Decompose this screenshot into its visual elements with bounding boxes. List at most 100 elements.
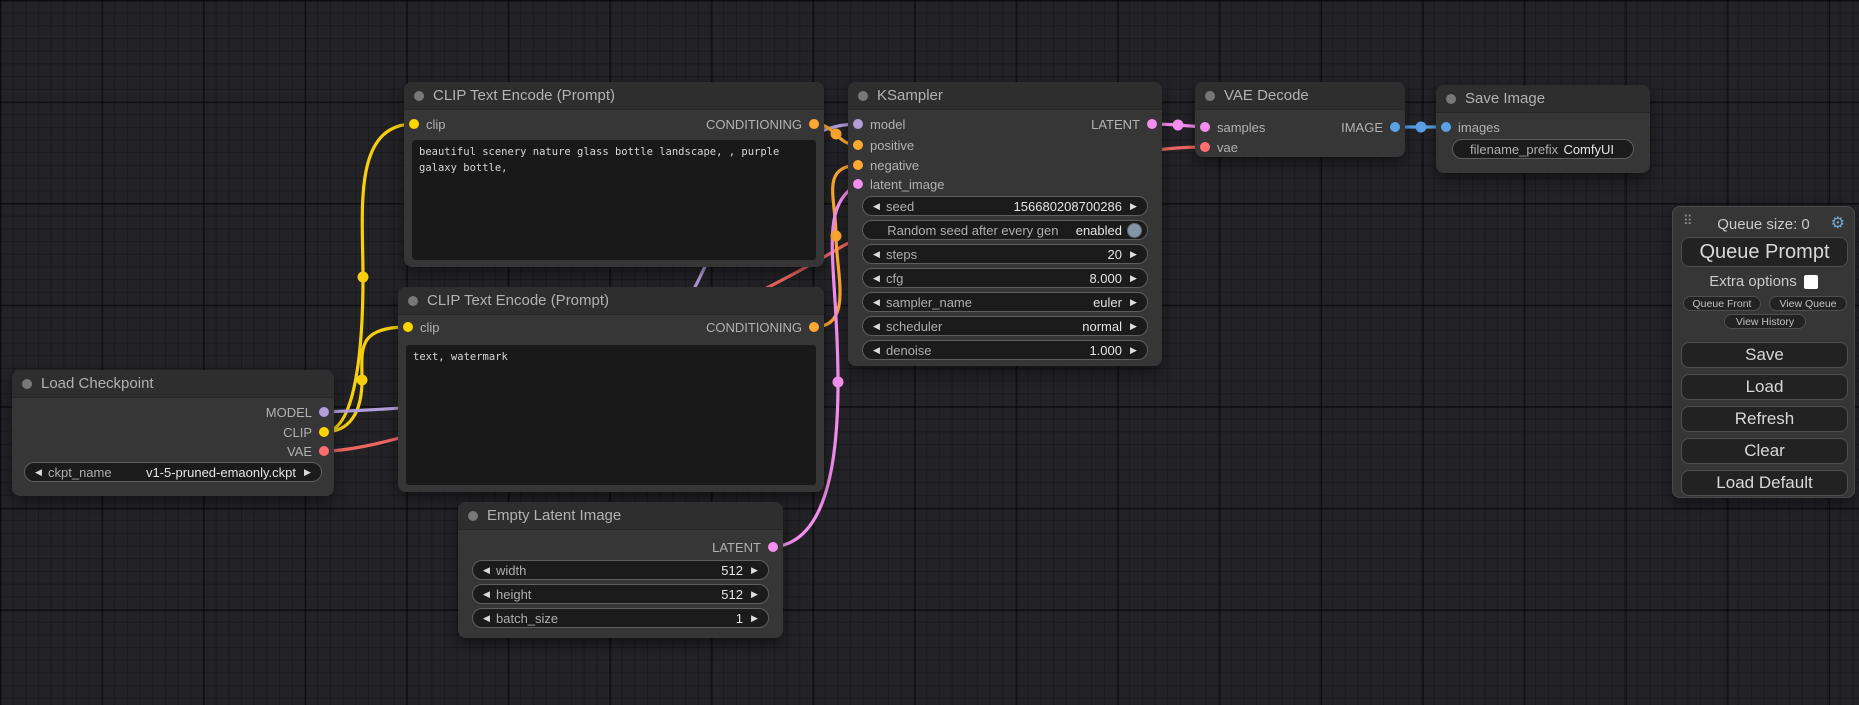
prompt-textarea[interactable]: text, watermark <box>406 345 816 485</box>
conditioning-slot-dot[interactable] <box>853 160 863 170</box>
widget-label: height <box>496 587 531 602</box>
latent-slot-dot[interactable] <box>768 542 778 552</box>
collapse-dot-icon[interactable] <box>1205 91 1215 101</box>
width-widget[interactable]: ◀ width 512 ▶ <box>472 560 769 580</box>
decrement-arrow-icon[interactable]: ◀ <box>480 613 493 624</box>
node-clip-text-encode-negative[interactable]: CLIP Text Encode (Prompt) clip CONDITION… <box>398 287 824 492</box>
input-slot-model: model <box>853 117 905 131</box>
node-clip-negative-header[interactable]: CLIP Text Encode (Prompt) <box>398 287 824 315</box>
sampler-name-widget[interactable]: ◀ sampler_name euler ▶ <box>862 292 1148 312</box>
output-slot-model: MODEL <box>266 405 329 419</box>
view-queue-button[interactable]: View Queue <box>1769 296 1847 311</box>
decrement-arrow-icon[interactable]: ◀ <box>480 565 493 576</box>
extra-options-row: Extra options <box>1673 273 1854 290</box>
increment-arrow-icon[interactable]: ▶ <box>748 613 761 624</box>
image-slot-dot[interactable] <box>1390 122 1400 132</box>
seed-widget[interactable]: ◀ seed 156680208700286 ▶ <box>862 196 1148 216</box>
image-slot-dot[interactable] <box>1441 122 1451 132</box>
refresh-button[interactable]: Refresh <box>1681 406 1848 432</box>
node-save-image-header[interactable]: Save Image <box>1436 85 1650 113</box>
ckpt-name-widget[interactable]: ◀ ckpt_name v1-5-pruned-emaonly.ckpt ▶ <box>24 462 322 482</box>
clear-button[interactable]: Clear <box>1681 438 1848 464</box>
increment-arrow-icon[interactable]: ▶ <box>748 589 761 600</box>
increment-arrow-icon[interactable]: ▶ <box>301 467 314 478</box>
denoise-widget[interactable]: ◀ denoise 1.000 ▶ <box>862 340 1148 360</box>
widget-value: v1-5-pruned-emaonly.ckpt <box>146 465 296 480</box>
height-widget[interactable]: ◀ height 512 ▶ <box>472 584 769 604</box>
clip-slot-dot[interactable] <box>319 427 329 437</box>
gear-icon[interactable]: ⚙ <box>1831 213 1845 233</box>
node-ksampler[interactable]: KSampler model positive negative latent_… <box>848 82 1162 366</box>
widget-value: 20 <box>1108 247 1122 262</box>
scheduler-widget[interactable]: ◀ scheduler normal ▶ <box>862 316 1148 336</box>
increment-arrow-icon[interactable]: ▶ <box>1127 201 1140 212</box>
node-vae-decode[interactable]: VAE Decode samples vae IMAGE <box>1195 82 1405 157</box>
slot-label: VAE <box>287 444 312 459</box>
decrement-arrow-icon[interactable]: ◀ <box>870 297 883 308</box>
load-button[interactable]: Load <box>1681 374 1848 400</box>
node-empty-latent-header[interactable]: Empty Latent Image <box>458 502 783 530</box>
increment-arrow-icon[interactable]: ▶ <box>1127 249 1140 260</box>
batch-size-widget[interactable]: ◀ batch_size 1 ▶ <box>472 608 769 628</box>
conditioning-slot-dot[interactable] <box>853 140 863 150</box>
decrement-arrow-icon[interactable]: ◀ <box>870 201 883 212</box>
node-empty-latent-image[interactable]: Empty Latent Image LATENT ◀ width 512 ▶ … <box>458 502 783 638</box>
conditioning-slot-dot[interactable] <box>809 322 819 332</box>
clip-slot-dot[interactable] <box>409 119 419 129</box>
node-title: KSampler <box>877 87 943 104</box>
collapse-dot-icon[interactable] <box>408 296 418 306</box>
latent-slot-dot[interactable] <box>1147 119 1157 129</box>
increment-arrow-icon[interactable]: ▶ <box>748 565 761 576</box>
model-slot-dot[interactable] <box>853 119 863 129</box>
node-title: Load Checkpoint <box>41 375 154 392</box>
queue-prompt-button[interactable]: Queue Prompt <box>1681 237 1848 267</box>
save-button[interactable]: Save <box>1681 342 1848 368</box>
queue-front-button[interactable]: Queue Front <box>1683 296 1761 311</box>
node-clip-positive-header[interactable]: CLIP Text Encode (Prompt) <box>404 82 824 110</box>
decrement-arrow-icon[interactable]: ◀ <box>480 589 493 600</box>
collapse-dot-icon[interactable] <box>468 511 478 521</box>
latent-slot-dot[interactable] <box>853 179 863 189</box>
widget-value: 512 <box>721 563 743 578</box>
vae-slot-dot[interactable] <box>319 446 329 456</box>
increment-arrow-icon[interactable]: ▶ <box>1127 273 1140 284</box>
node-vae-decode-header[interactable]: VAE Decode <box>1195 82 1405 110</box>
cfg-widget[interactable]: ◀ cfg 8.000 ▶ <box>862 268 1148 288</box>
view-history-button[interactable]: View History <box>1724 314 1806 329</box>
node-load-checkpoint[interactable]: Load Checkpoint MODEL CLIP VAE ◀ ckpt_na… <box>12 370 334 496</box>
random-seed-toggle-widget[interactable]: Random seed after every gen enabled <box>862 220 1148 240</box>
comfyui-canvas[interactable]: { "icons": { "left_arrow": "◀", "right_a… <box>0 0 1859 705</box>
collapse-dot-icon[interactable] <box>22 379 32 389</box>
decrement-arrow-icon[interactable]: ◀ <box>870 321 883 332</box>
vae-slot-dot[interactable] <box>1200 142 1210 152</box>
decrement-arrow-icon[interactable]: ◀ <box>32 467 45 478</box>
decrement-arrow-icon[interactable]: ◀ <box>870 249 883 260</box>
conditioning-slot-dot[interactable] <box>809 119 819 129</box>
toggle-icon[interactable] <box>1127 223 1142 238</box>
input-slot-images: images <box>1441 120 1500 134</box>
node-load-checkpoint-header[interactable]: Load Checkpoint <box>12 370 334 398</box>
extra-options-label: Extra options <box>1709 273 1797 290</box>
input-slot-positive: positive <box>853 138 914 152</box>
load-default-button[interactable]: Load Default <box>1681 470 1848 496</box>
collapse-dot-icon[interactable] <box>1446 94 1456 104</box>
steps-widget[interactable]: ◀ steps 20 ▶ <box>862 244 1148 264</box>
extra-options-checkbox[interactable] <box>1804 275 1818 289</box>
increment-arrow-icon[interactable]: ▶ <box>1127 297 1140 308</box>
model-slot-dot[interactable] <box>319 407 329 417</box>
increment-arrow-icon[interactable]: ▶ <box>1127 345 1140 356</box>
filename-prefix-widget[interactable]: filename_prefix ComfyUI <box>1452 139 1634 159</box>
node-save-image[interactable]: Save Image images filename_prefix ComfyU… <box>1436 85 1650 173</box>
node-ksampler-header[interactable]: KSampler <box>848 82 1162 110</box>
decrement-arrow-icon[interactable]: ◀ <box>870 345 883 356</box>
decrement-arrow-icon[interactable]: ◀ <box>870 273 883 284</box>
input-slot-latent-image: latent_image <box>853 177 944 191</box>
latent-slot-dot[interactable] <box>1200 122 1210 132</box>
prompt-textarea[interactable]: beautiful scenery nature glass bottle la… <box>412 140 816 260</box>
clip-slot-dot[interactable] <box>403 322 413 332</box>
increment-arrow-icon[interactable]: ▶ <box>1127 321 1140 332</box>
node-clip-text-encode-positive[interactable]: CLIP Text Encode (Prompt) clip CONDITION… <box>404 82 824 267</box>
collapse-dot-icon[interactable] <box>858 91 868 101</box>
collapse-dot-icon[interactable] <box>414 91 424 101</box>
input-slot-clip: clip <box>403 320 440 334</box>
